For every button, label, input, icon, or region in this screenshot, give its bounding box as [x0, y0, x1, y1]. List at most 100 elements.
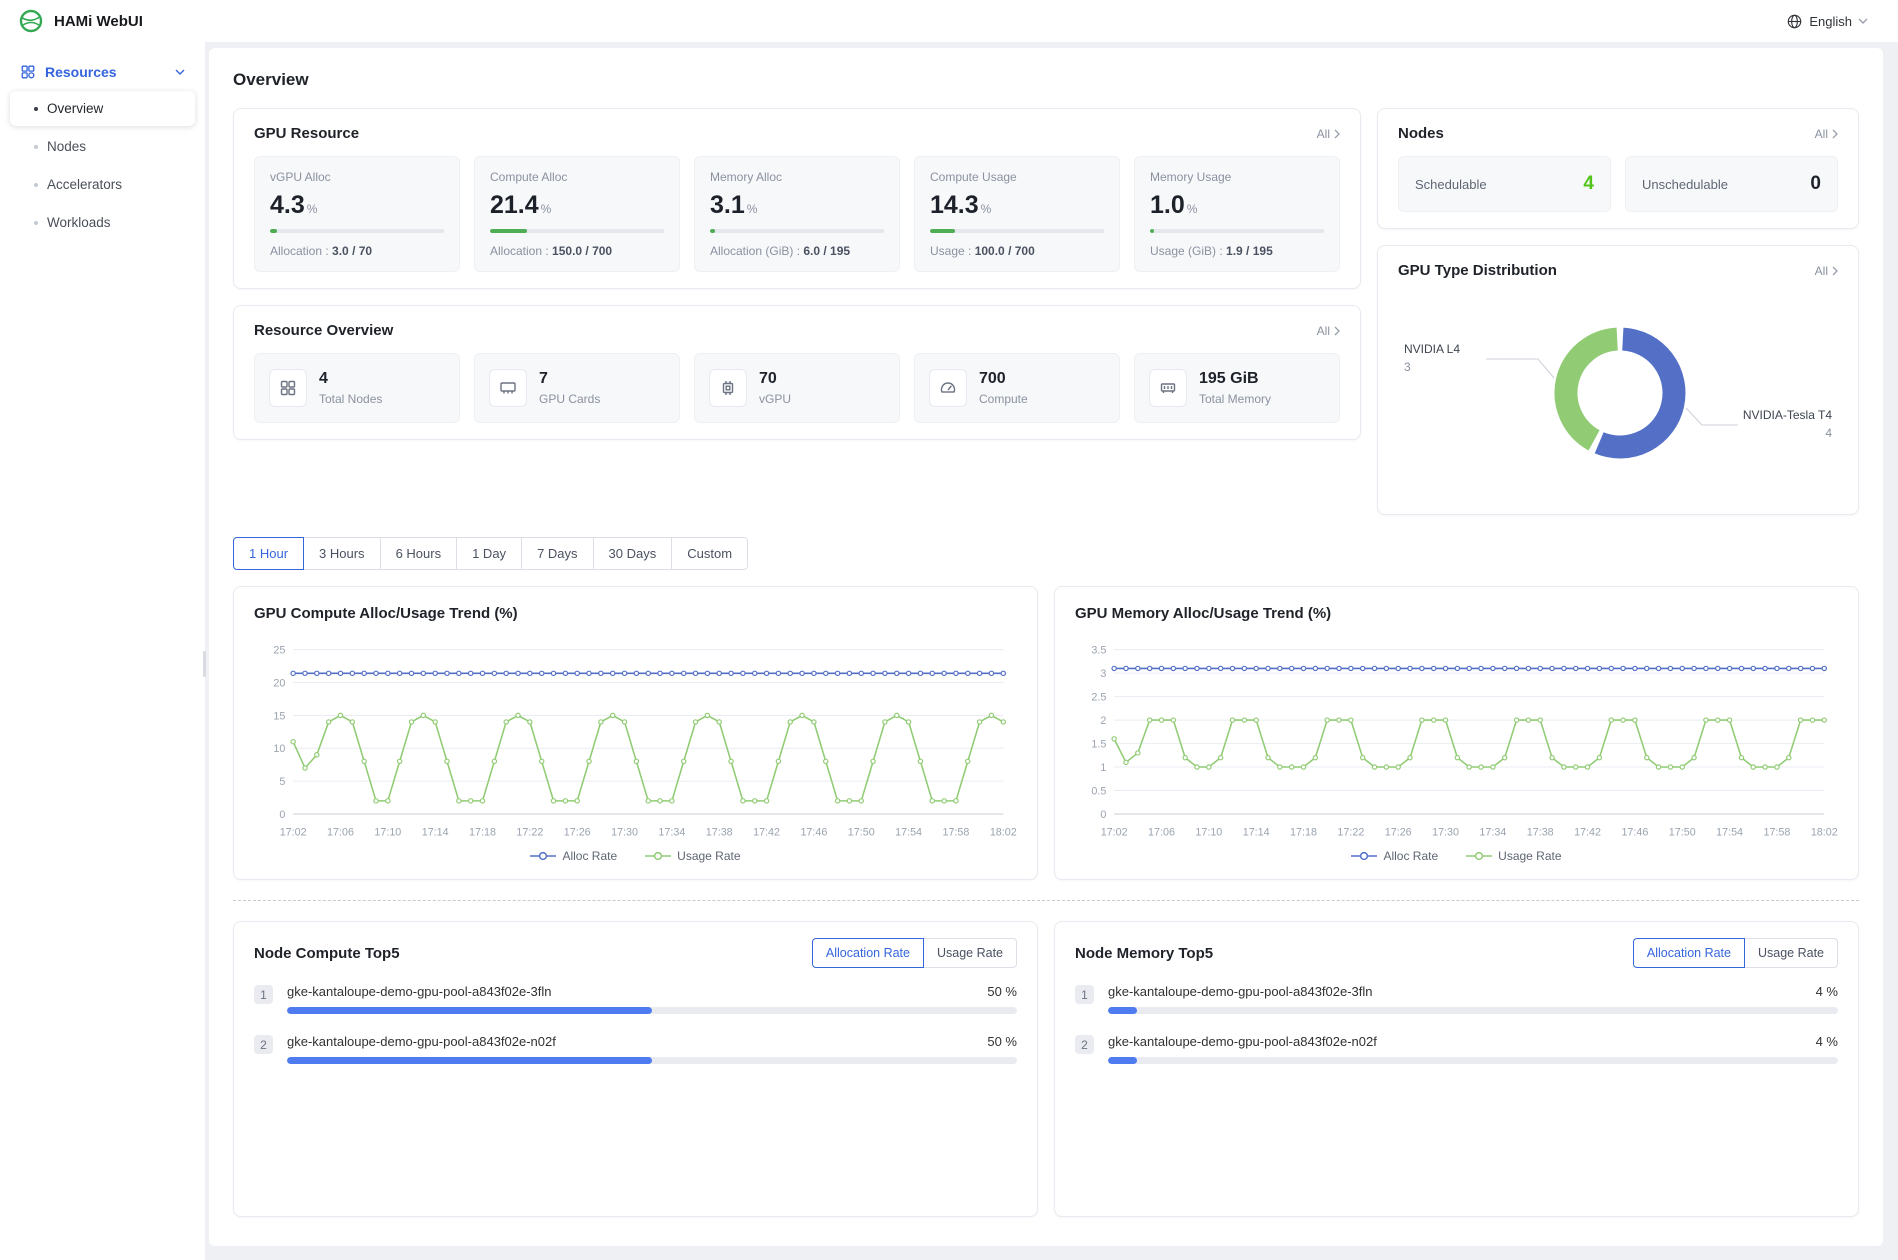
progress-track — [1108, 1007, 1838, 1014]
overview-tile-vgpu: 70 vGPU — [694, 353, 900, 423]
gpu-resource-title: GPU Resource — [254, 125, 359, 142]
chevron-right-icon — [1334, 129, 1340, 139]
gpu-card-icon — [489, 369, 527, 407]
node-name: gke-kantaloupe-demo-gpu-pool-a843f02e-3f… — [287, 984, 552, 999]
metric-unit: % — [307, 202, 318, 216]
metric-unit: % — [1187, 202, 1198, 216]
unschedulable-stat: Unschedulable 0 — [1625, 156, 1838, 212]
sidebar-item-label: Overview — [47, 101, 103, 116]
allocation-rate-button[interactable]: Allocation Rate — [812, 938, 924, 968]
line-marker-icon — [530, 851, 556, 861]
all-label: All — [1815, 127, 1828, 141]
metric-detail-value: 150.0 / 700 — [552, 244, 612, 258]
svg-text:17:06: 17:06 — [1148, 826, 1175, 838]
sidebar-group-resources[interactable]: Resources — [10, 56, 195, 88]
overview-label: vGPU — [759, 392, 791, 406]
metric-progress-track — [270, 229, 444, 233]
chart-legend: Alloc Rate Usage Rate — [254, 849, 1017, 863]
svg-text:17:22: 17:22 — [1337, 826, 1364, 838]
svg-text:17:46: 17:46 — [1621, 826, 1648, 838]
time-tab-7-days[interactable]: 7 Days — [521, 537, 593, 570]
node-percent: 50 % — [987, 984, 1017, 999]
chevron-right-icon — [1832, 129, 1838, 139]
usage-rate-button[interactable]: Usage Rate — [923, 938, 1017, 968]
gpu-resource-all-link[interactable]: All — [1317, 127, 1340, 141]
overview-label: Total Memory — [1199, 392, 1271, 406]
sidebar: Resources Overview Nodes Accelerators Wo… — [0, 42, 205, 1260]
language-selector[interactable]: English — [1786, 13, 1868, 30]
svg-text:17:54: 17:54 — [1716, 826, 1743, 838]
time-tab-1-day[interactable]: 1 Day — [456, 537, 522, 570]
chevron-down-icon — [1858, 18, 1868, 24]
table-row: 2 gke-kantaloupe-demo-gpu-pool-a843f02e-… — [254, 1034, 1017, 1064]
resource-overview-all-link[interactable]: All — [1317, 324, 1340, 338]
rank-badge: 2 — [254, 1035, 273, 1054]
sidebar-item-label: Nodes — [47, 139, 86, 154]
svg-text:3.5: 3.5 — [1091, 645, 1106, 657]
time-tab-6-hours[interactable]: 6 Hours — [380, 537, 458, 570]
gpu-type-distribution-card: GPU Type Distribution All NVIDIA L4 3 — [1377, 245, 1859, 515]
svg-text:2.5: 2.5 — [1091, 692, 1106, 704]
svg-text:15: 15 — [273, 710, 285, 722]
sidebar-collapse-handle[interactable] — [203, 651, 206, 677]
legend-alloc-rate[interactable]: Alloc Rate — [1351, 849, 1438, 863]
svg-text:17:02: 17:02 — [280, 826, 307, 838]
metric-tile-compute-alloc: Compute Alloc 21.4% Allocation : 150.0 /… — [474, 156, 680, 272]
time-tab-3-hours[interactable]: 3 Hours — [303, 537, 381, 570]
resource-overview-card: Resource Overview All — [233, 305, 1361, 440]
gpu-type-all-link[interactable]: All — [1815, 264, 1838, 278]
resource-overview-title: Resource Overview — [254, 322, 393, 339]
chevron-right-icon — [1334, 326, 1340, 336]
time-tab-1-hour[interactable]: 1 Hour — [233, 537, 304, 570]
overview-value: 70 — [759, 370, 791, 388]
metric-value: 4.3 — [270, 191, 305, 219]
node-percent: 50 % — [987, 1034, 1017, 1049]
usage-rate-button[interactable]: Usage Rate — [1744, 938, 1838, 968]
donut-value-nvidia-tesla-t4: 4 — [1825, 426, 1832, 440]
legend-usage-rate[interactable]: Usage Rate — [645, 849, 740, 863]
svg-text:17:38: 17:38 — [706, 826, 733, 838]
sidebar-nav: Overview Nodes Accelerators Workloads — [10, 91, 195, 240]
svg-text:17:46: 17:46 — [800, 826, 827, 838]
svg-text:17:42: 17:42 — [753, 826, 780, 838]
rank-badge: 1 — [254, 985, 273, 1004]
hami-logo — [18, 8, 44, 34]
node-compute-top5-card: Node Compute Top5 Allocation Rate Usage … — [233, 921, 1038, 1217]
overview-tile-compute: 700Compute — [914, 353, 1120, 423]
bullet-dot — [34, 183, 38, 187]
metric-value: 3.1 — [710, 191, 745, 219]
metric-detail-label: Allocation : — [270, 244, 329, 258]
progress-fill — [287, 1007, 652, 1014]
dashed-divider — [233, 900, 1859, 901]
metric-tile-memory-usage: Memory Usage 1.0% Usage (GiB) : 1.9 / 19… — [1134, 156, 1340, 272]
allocation-rate-button[interactable]: Allocation Rate — [1633, 938, 1745, 968]
svg-text:17:34: 17:34 — [658, 826, 685, 838]
metric-value: 1.0 — [1150, 191, 1185, 219]
svg-text:1.5: 1.5 — [1091, 738, 1106, 750]
svg-text:25: 25 — [273, 645, 285, 657]
compute-top5-toggle: Allocation Rate Usage Rate — [812, 938, 1017, 968]
chevron-right-icon — [1832, 266, 1838, 276]
time-tab-custom[interactable]: Custom — [671, 537, 748, 570]
svg-text:17:14: 17:14 — [1243, 826, 1270, 838]
legend-usage-rate[interactable]: Usage Rate — [1466, 849, 1561, 863]
node-name: gke-kantaloupe-demo-gpu-pool-a843f02e-n0… — [287, 1034, 556, 1049]
main-area: Overview GPU Resource All — [205, 42, 1898, 1260]
rank-badge: 2 — [1075, 1035, 1094, 1054]
time-tab-30-days[interactable]: 30 Days — [593, 537, 673, 570]
bullet-dot — [34, 221, 38, 225]
sidebar-item-workloads[interactable]: Workloads — [10, 205, 195, 240]
sidebar-item-nodes[interactable]: Nodes — [10, 129, 195, 164]
metric-progress-fill — [490, 229, 527, 233]
memory-top5-title: Node Memory Top5 — [1075, 945, 1213, 962]
nodes-all-link[interactable]: All — [1815, 127, 1838, 141]
chart-title: GPU Memory Alloc/Usage Trend (%) — [1075, 605, 1838, 622]
language-label: English — [1809, 14, 1852, 29]
nodes-title: Nodes — [1398, 125, 1444, 142]
svg-text:17:06: 17:06 — [327, 826, 354, 838]
overview-tile-total-nodes: 4Total Nodes — [254, 353, 460, 423]
metric-unit: % — [747, 202, 758, 216]
sidebar-item-accelerators[interactable]: Accelerators — [10, 167, 195, 202]
sidebar-item-overview[interactable]: Overview — [10, 91, 195, 126]
legend-alloc-rate[interactable]: Alloc Rate — [530, 849, 617, 863]
